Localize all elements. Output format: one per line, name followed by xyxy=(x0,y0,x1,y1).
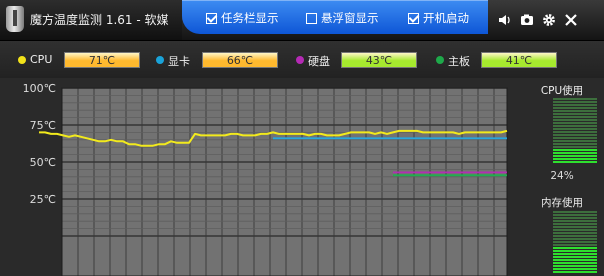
sensor-board: 主板 41℃ xyxy=(436,52,564,68)
cpu-meter-segment xyxy=(553,143,597,145)
disk-dot xyxy=(296,56,304,64)
cpu-meter-segment xyxy=(553,137,597,139)
mem-meter-segment xyxy=(553,229,597,231)
sensor-cpu-label: CPU xyxy=(30,53,53,66)
cpu-usage-meter xyxy=(553,98,597,166)
cpu-meter-segment xyxy=(553,116,597,118)
memory-usage-meter xyxy=(553,211,597,276)
floating-window-label: 悬浮窗显示 xyxy=(321,11,379,25)
cpu-meter-segment xyxy=(553,110,597,112)
cpu-meter-segment xyxy=(553,152,597,154)
mem-meter-segment xyxy=(553,268,597,270)
mem-meter-segment xyxy=(553,220,597,222)
mem-meter-segment xyxy=(553,256,597,258)
options-bar: 任务栏显示 悬浮窗显示 开机启动 xyxy=(182,0,488,34)
sensor-cpu: CPU 71℃ xyxy=(18,52,146,68)
cpu-meter-segment xyxy=(553,104,597,106)
mem-meter-segment xyxy=(553,235,597,237)
mem-meter-segment xyxy=(553,262,597,264)
cpu-meter-segment xyxy=(553,155,597,157)
cpu-usage-value: 24% xyxy=(550,170,574,182)
sensor-disk-label: 硬盘 xyxy=(308,55,330,68)
cpu-dot xyxy=(18,56,26,64)
mem-meter-segment xyxy=(553,214,597,216)
y-tick-label: 25℃ xyxy=(30,193,56,206)
sensor-cpu-value: 71℃ xyxy=(64,52,140,68)
app-logo-icon xyxy=(6,6,24,32)
cpu-meter-segment xyxy=(553,149,597,151)
cpu-meter-segment xyxy=(553,128,597,130)
cpu-meter-segment xyxy=(553,101,597,103)
mem-meter-segment xyxy=(553,247,597,249)
mem-meter-segment xyxy=(553,217,597,219)
cpu-meter-segment xyxy=(553,161,597,163)
mem-meter-segment xyxy=(553,223,597,225)
mem-meter-segment xyxy=(553,259,597,261)
cpu-meter-segment xyxy=(553,113,597,115)
cpu-meter-segment xyxy=(553,158,597,160)
title-area: 魔方温度监测 1.61 - 软媒 xyxy=(0,0,182,40)
temperature-chart: 100℃ 75℃ 50℃ 25℃ xyxy=(0,78,520,276)
floating-window-option[interactable]: 悬浮窗显示 xyxy=(306,10,379,26)
sensor-board-label: 主板 xyxy=(448,55,470,68)
autostart-label: 开机启动 xyxy=(423,11,469,25)
taskbar-display-option[interactable]: 任务栏显示 xyxy=(206,10,279,26)
mem-meter-segment xyxy=(553,226,597,228)
speaker-icon[interactable] xyxy=(498,13,512,27)
sensor-disk-value: 43℃ xyxy=(341,52,417,68)
mem-meter-segment xyxy=(553,238,597,240)
sensor-gpu-label: 显卡 xyxy=(168,55,190,68)
gear-icon[interactable] xyxy=(542,13,556,27)
cpu-meter-segment xyxy=(553,107,597,109)
gpu-dot xyxy=(156,56,164,64)
sensor-board-value: 41℃ xyxy=(481,52,557,68)
camera-icon[interactable] xyxy=(520,13,534,27)
taskbar-display-checkbox[interactable] xyxy=(206,13,217,24)
y-tick-label: 50℃ xyxy=(30,156,56,169)
cpu-meter-segment xyxy=(553,134,597,136)
autostart-checkbox[interactable] xyxy=(408,13,419,24)
cpu-usage-title: CPU使用 xyxy=(540,85,584,97)
mem-meter-segment xyxy=(553,211,597,213)
sensor-disk: 硬盘 43℃ xyxy=(296,52,424,68)
sensor-gpu-value: 66℃ xyxy=(202,52,278,68)
mem-meter-segment xyxy=(553,241,597,243)
cpu-meter-segment xyxy=(553,119,597,121)
cpu-meter-segment xyxy=(553,125,597,127)
usage-panel: CPU使用 24% 内存使用 xyxy=(520,78,604,276)
cpu-meter-segment xyxy=(553,98,597,100)
mem-meter-segment xyxy=(553,253,597,255)
plot-area xyxy=(62,88,507,276)
autostart-option[interactable]: 开机启动 xyxy=(408,10,469,26)
close-icon[interactable] xyxy=(564,13,578,27)
mem-meter-segment xyxy=(553,265,597,267)
sensor-bar: CPU 71℃ 显卡 66℃ 硬盘 43℃ 主板 41℃ xyxy=(0,41,604,78)
taskbar-display-label: 任务栏显示 xyxy=(221,11,279,25)
cpu-meter-segment xyxy=(553,140,597,142)
board-dot xyxy=(436,56,444,64)
mem-meter-segment xyxy=(553,244,597,246)
cpu-meter-segment xyxy=(553,146,597,148)
cpu-meter-segment xyxy=(553,122,597,124)
window-title: 魔方温度监测 1.61 - 软媒 xyxy=(30,13,169,27)
floating-window-checkbox[interactable] xyxy=(306,13,317,24)
y-tick-label: 100℃ xyxy=(23,82,56,95)
mem-meter-segment xyxy=(553,232,597,234)
cpu-meter-segment xyxy=(553,131,597,133)
memory-usage-title: 内存使用 xyxy=(541,197,583,209)
chart-svg: 100℃ 75℃ 50℃ 25℃ xyxy=(23,82,508,276)
mem-meter-segment xyxy=(553,271,597,273)
y-tick-label: 75℃ xyxy=(30,119,56,132)
mem-meter-segment xyxy=(553,250,597,252)
sensor-gpu: 显卡 66℃ xyxy=(156,52,284,68)
title-bar: 魔方温度监测 1.61 - 软媒 任务栏显示 悬浮窗显示 开机启动 xyxy=(0,0,604,41)
